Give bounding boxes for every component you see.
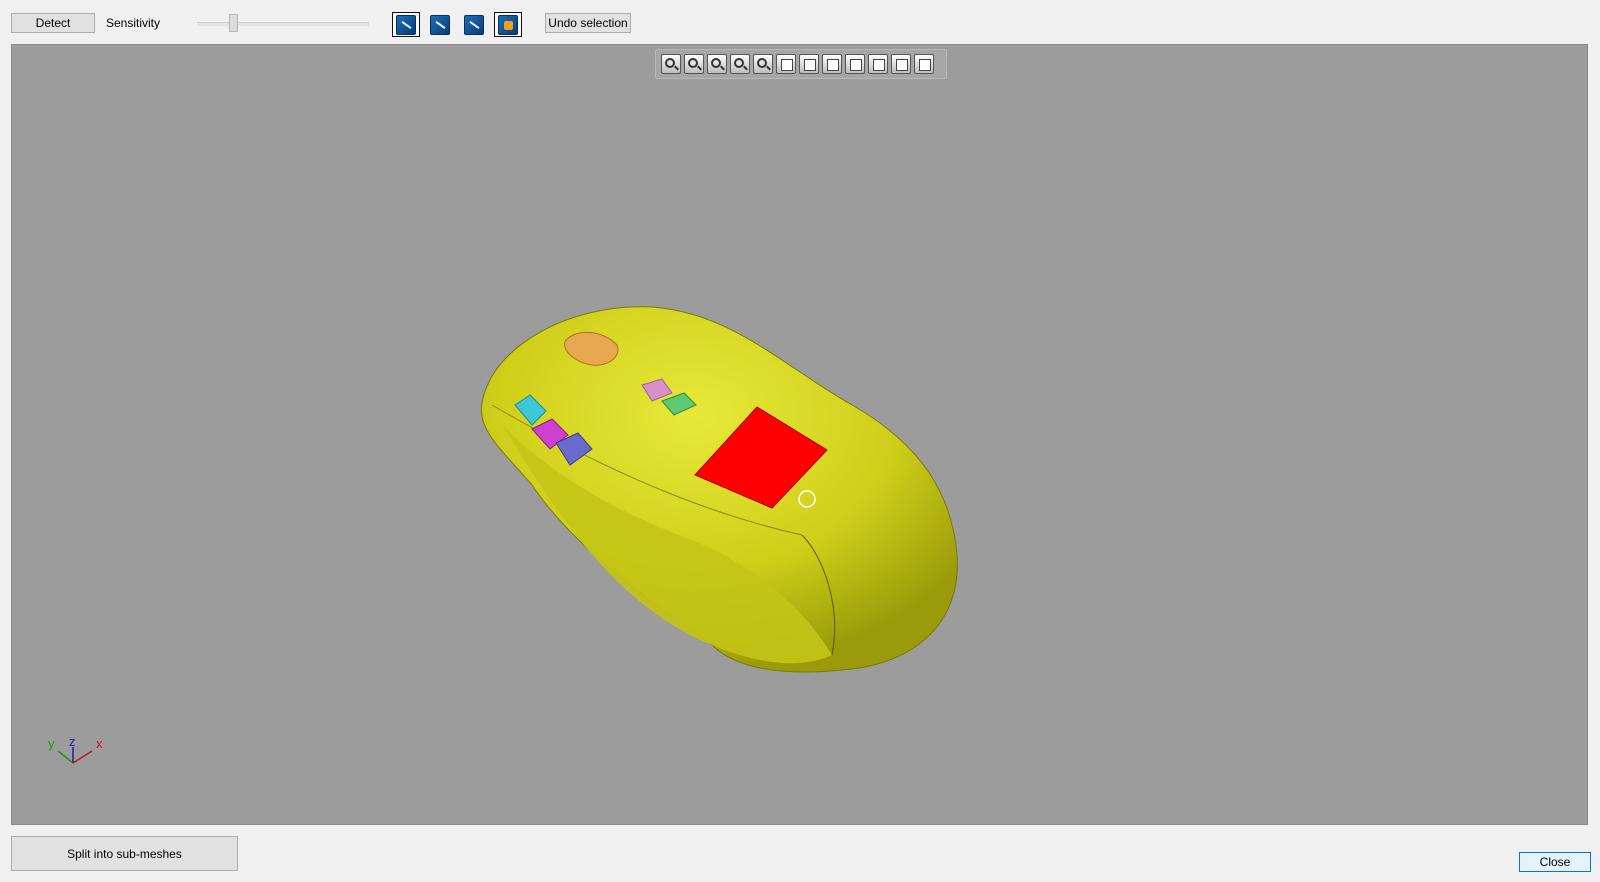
axis-triad: y z x (48, 735, 103, 764)
mouse-mesh-model[interactable] (12, 45, 1588, 825)
close-button[interactable]: Close (1519, 852, 1591, 872)
select-region-icon (498, 14, 518, 35)
select-curve-icon (430, 14, 450, 35)
select-curve-tool-button[interactable] (426, 12, 454, 37)
axis-x-label: x (96, 736, 103, 751)
sensitivity-label: Sensitivity (106, 16, 161, 30)
detect-button[interactable]: Detect (11, 13, 95, 33)
split-into-sub-meshes-button[interactable]: Split into sub-meshes (11, 836, 238, 871)
select-polyline-tool-button[interactable] (460, 12, 488, 37)
select-polyline-icon (464, 14, 484, 35)
sensitivity-slider-thumb[interactable] (229, 14, 238, 32)
axis-y-label: y (48, 736, 55, 751)
select-edge-tool-button[interactable] (392, 12, 420, 37)
select-edge-icon (396, 14, 416, 35)
sensitivity-slider[interactable] (197, 22, 369, 26)
axis-z-label: z (69, 735, 76, 749)
undo-selection-button[interactable]: Undo selection (545, 13, 631, 33)
3d-viewport[interactable]: y z x (11, 44, 1588, 825)
select-region-tool-button[interactable] (494, 12, 522, 37)
